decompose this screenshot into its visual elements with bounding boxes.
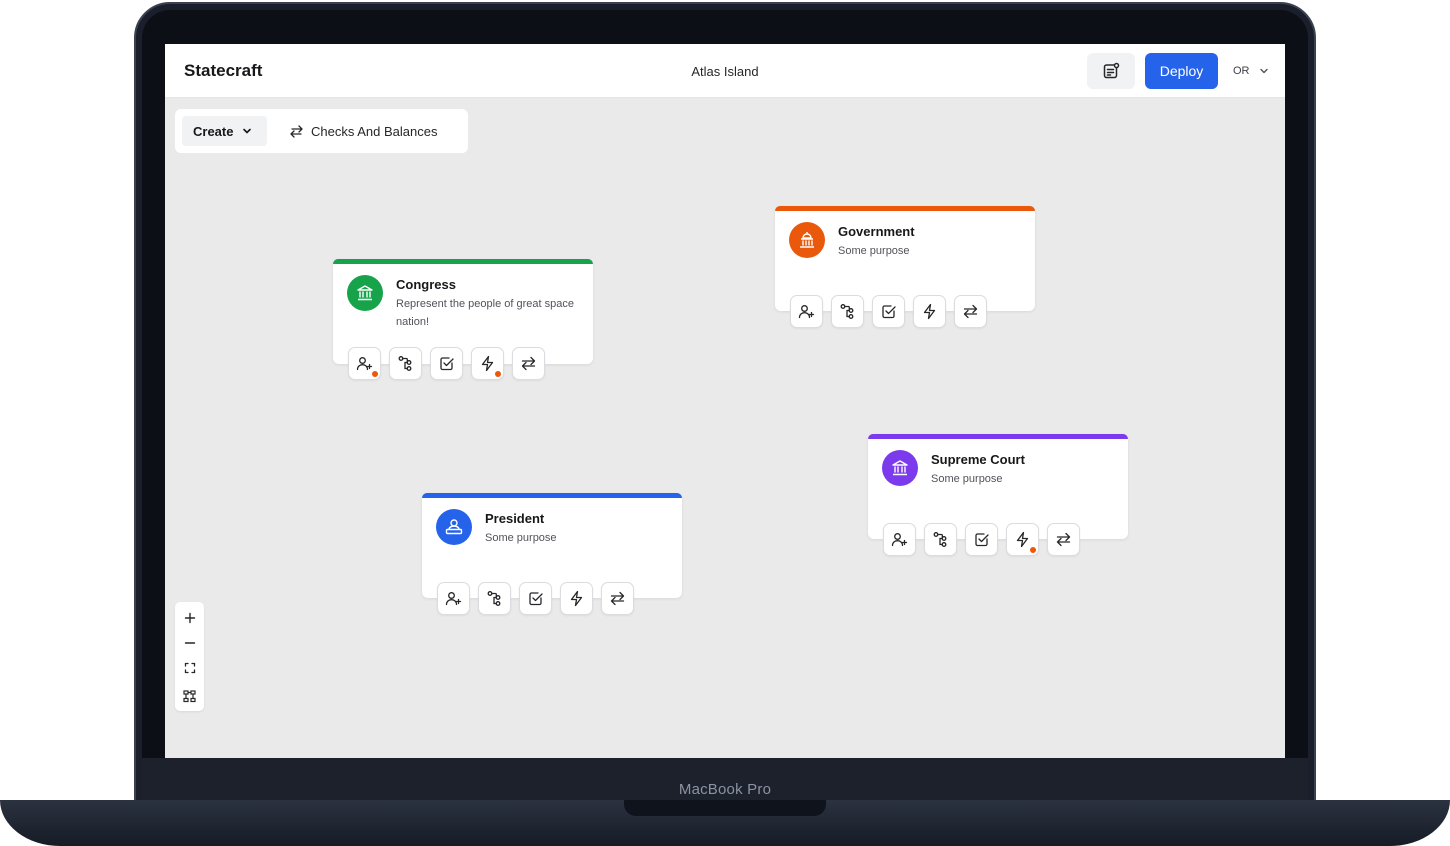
approve-button[interactable] — [965, 523, 998, 556]
chevron-down-icon — [243, 128, 252, 134]
create-dropdown[interactable]: Create — [182, 116, 267, 146]
add-member-button[interactable] — [348, 347, 381, 380]
card-description: Some purpose — [485, 532, 557, 544]
add-member-button[interactable] — [437, 582, 470, 615]
hierarchy-icon — [398, 356, 412, 371]
node-card-congress[interactable]: Congress Represent the people of great s… — [333, 259, 593, 380]
lightning-icon — [1016, 531, 1029, 548]
person-at-desk-icon — [436, 509, 472, 545]
hierarchy-icon — [487, 591, 501, 606]
user-plus-icon — [445, 592, 462, 606]
relations-button[interactable] — [601, 582, 634, 615]
notes-button[interactable] — [1087, 53, 1135, 89]
checks-and-balances-label: Checks And Balances — [311, 123, 438, 139]
card-title: Government — [838, 224, 915, 239]
deploy-button[interactable]: Deploy — [1145, 53, 1218, 89]
card-accent-bar — [333, 259, 593, 264]
checkbox-icon — [975, 533, 989, 547]
user-menu[interactable]: OR — [1228, 57, 1284, 85]
capitol-icon — [789, 222, 825, 258]
relations-button[interactable] — [954, 295, 987, 328]
checkbox-icon — [882, 305, 896, 319]
zoom-in-button[interactable] — [175, 606, 204, 630]
card-title: President — [485, 511, 545, 526]
hierarchy-icon — [840, 304, 854, 319]
user-plus-icon — [891, 533, 908, 547]
lightning-icon — [570, 590, 583, 607]
courthouse-icon — [882, 450, 918, 486]
create-label: Create — [193, 123, 234, 139]
relations-button[interactable] — [512, 347, 545, 380]
arrows-exchange-icon — [610, 591, 625, 606]
card-description: Some purpose — [838, 245, 910, 257]
node-card-supreme-court[interactable]: Supreme Court Some purpose — [868, 434, 1128, 556]
hierarchy-button[interactable] — [924, 523, 957, 556]
fit-view-button[interactable] — [175, 656, 204, 680]
minus-icon — [184, 642, 195, 644]
power-button[interactable] — [1006, 523, 1039, 556]
relations-button[interactable] — [1047, 523, 1080, 556]
hierarchy-button[interactable] — [831, 295, 864, 328]
power-button[interactable] — [471, 347, 504, 380]
power-button[interactable] — [913, 295, 946, 328]
user-plus-icon — [356, 357, 373, 371]
zoom-controls — [175, 602, 204, 711]
laptop-notch — [624, 800, 826, 816]
lightning-icon — [481, 355, 494, 372]
card-accent-bar — [775, 206, 1035, 211]
lightning-icon — [923, 303, 936, 320]
top-bar: Statecraft Atlas Island Deploy OR — [165, 44, 1285, 98]
arrows-exchange-icon — [290, 124, 303, 138]
card-actions — [437, 582, 634, 615]
notification-dot — [495, 371, 501, 377]
arrows-exchange-icon — [963, 304, 978, 319]
chevron-down-icon — [1259, 68, 1268, 74]
arrows-exchange-icon — [1056, 532, 1071, 547]
checkbox-icon — [440, 357, 454, 371]
card-description: Some purpose — [931, 473, 1003, 485]
layout-icon — [183, 689, 196, 702]
user-plus-icon — [798, 305, 815, 319]
card-actions — [883, 523, 1080, 556]
node-card-government[interactable]: Government Some purpose — [775, 206, 1035, 328]
notes-icon — [1103, 62, 1120, 79]
device-brand-label: MacBook Pro — [678, 781, 772, 798]
building-icon — [347, 275, 383, 311]
power-button[interactable] — [560, 582, 593, 615]
add-member-button[interactable] — [790, 295, 823, 328]
auto-layout-button[interactable] — [175, 684, 204, 708]
card-description: Represent the people of great space nati… — [396, 298, 574, 328]
card-accent-bar — [868, 434, 1128, 439]
zoom-out-button[interactable] — [175, 631, 204, 655]
approve-button[interactable] — [872, 295, 905, 328]
approve-button[interactable] — [430, 347, 463, 380]
fit-view-icon — [184, 662, 195, 674]
avatar: OR — [1233, 65, 1250, 77]
app-screen: Statecraft Atlas Island Deploy OR Create… — [165, 44, 1285, 758]
approve-button[interactable] — [519, 582, 552, 615]
card-actions — [348, 347, 545, 380]
canvas-toolbar: Create Checks And Balances — [175, 109, 468, 153]
checkbox-icon — [529, 592, 543, 606]
card-title: Supreme Court — [931, 452, 1025, 467]
hierarchy-icon — [933, 532, 947, 547]
checks-and-balances-button[interactable]: Checks And Balances — [289, 116, 437, 146]
arrows-exchange-icon — [521, 356, 536, 371]
card-accent-bar — [422, 493, 682, 498]
hierarchy-button[interactable] — [478, 582, 511, 615]
notification-dot — [372, 371, 378, 377]
notification-dot — [1030, 547, 1036, 553]
hierarchy-button[interactable] — [389, 347, 422, 380]
plus-icon — [184, 612, 195, 624]
add-member-button[interactable] — [883, 523, 916, 556]
node-card-president[interactable]: President Some purpose — [422, 493, 682, 615]
card-actions — [790, 295, 987, 328]
card-title: Congress — [396, 277, 456, 292]
